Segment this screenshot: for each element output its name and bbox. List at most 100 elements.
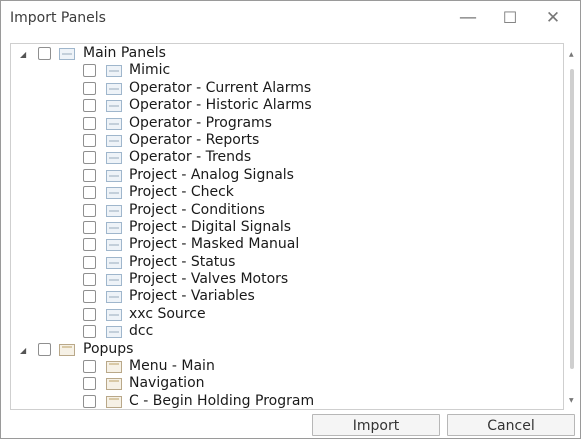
tree-item-row[interactable]: Project - Status	[11, 253, 563, 272]
item-checkbox[interactable]	[83, 64, 96, 78]
item-checkbox[interactable]	[83, 377, 96, 391]
panel-icon	[106, 361, 122, 374]
item-label: dcc	[129, 323, 154, 340]
dialog-title: Import Panels	[10, 10, 106, 26]
item-label: xxc Source	[129, 305, 206, 322]
tree-item-row[interactable]: Operator - Current Alarms	[11, 79, 563, 98]
tree-item-row[interactable]: Operator - Programs	[11, 114, 563, 133]
tree-item-row[interactable]: dcc	[11, 323, 563, 341]
item-label: Project - Masked Manual	[129, 236, 300, 253]
panel-icon	[106, 308, 122, 321]
item-label: Operator - Current Alarms	[129, 79, 312, 96]
item-checkbox[interactable]	[83, 238, 96, 252]
folder-icon	[59, 343, 75, 356]
maximize-button[interactable]: ☐	[495, 5, 525, 31]
tree-item-row[interactable]: Project - Check	[11, 184, 563, 202]
tree-item-row[interactable]: Operator - Historic Alarms	[11, 97, 563, 115]
item-checkbox[interactable]	[83, 290, 96, 304]
panel-icon	[106, 117, 122, 130]
folder-icon	[59, 48, 75, 60]
close-button[interactable]: ✕	[538, 5, 568, 31]
panel-icon	[106, 256, 122, 269]
item-label: Project - Valves Motors	[129, 271, 289, 288]
panel-icon	[106, 65, 122, 78]
panel-icon	[106, 187, 122, 200]
item-label: Project - Check	[129, 184, 234, 201]
tree-group-row[interactable]: ◢ Main Panels	[11, 45, 563, 63]
panel-icon	[106, 204, 122, 217]
tree-item-row[interactable]: Operator - Trends	[11, 149, 563, 167]
scroll-down-arrow-icon[interactable]: ▼	[569, 397, 574, 404]
panel-tree: ◢ Main Panels Mimic Operator - Current Alar…	[10, 43, 564, 410]
expand-triangle-icon[interactable]: ◢	[20, 346, 29, 355]
panel-icon	[106, 395, 122, 408]
panel-icon	[106, 100, 122, 113]
item-label: Project - Conditions	[129, 201, 265, 218]
tree-group-row[interactable]: ◢ Popups	[11, 340, 563, 359]
panel-icon	[106, 274, 122, 287]
group-label: Main Panels	[83, 45, 166, 61]
item-label: Project - Variables	[129, 288, 255, 305]
tree-item-row[interactable]: Project - Masked Manual	[11, 236, 563, 254]
cancel-button[interactable]: Cancel	[447, 414, 575, 436]
item-checkbox[interactable]	[83, 220, 96, 234]
tree-item-row[interactable]: Project - Digital Signals	[11, 218, 563, 237]
item-checkbox[interactable]	[83, 99, 96, 113]
tree-item-row[interactable]: Navigation	[11, 375, 563, 393]
item-label: Mimic	[129, 62, 171, 79]
item-checkbox[interactable]	[83, 273, 96, 287]
panel-icon	[106, 82, 122, 95]
import-button[interactable]: Import	[312, 414, 440, 436]
item-label: Navigation	[129, 375, 205, 392]
item-label: Project - Analog Signals	[129, 166, 294, 183]
panel-icon	[106, 378, 122, 391]
panel-icon	[106, 221, 122, 234]
tree-item-row[interactable]: Mimic	[11, 62, 563, 80]
item-checkbox[interactable]	[83, 255, 96, 269]
item-checkbox[interactable]	[83, 307, 96, 321]
item-checkbox[interactable]	[83, 360, 96, 374]
item-checkbox[interactable]	[83, 116, 96, 130]
scrollbar-thumb[interactable]	[570, 69, 574, 369]
scroll-up-arrow-icon[interactable]: ▲	[569, 51, 574, 58]
group-checkbox[interactable]	[38, 47, 51, 60]
tree-item-row[interactable]: Project - Variables	[11, 288, 563, 306]
panel-icon	[106, 152, 122, 165]
expand-triangle-icon[interactable]: ◢	[20, 50, 29, 59]
item-checkbox[interactable]	[83, 168, 96, 182]
item-label: Operator - Reports	[129, 131, 260, 148]
tree-item-row[interactable]: C - Begin Holding Program	[11, 392, 563, 409]
panel-icon	[106, 169, 122, 182]
tree-item-row[interactable]: Menu - Main	[11, 358, 563, 376]
item-label: Operator - Historic Alarms	[129, 97, 312, 114]
item-checkbox[interactable]	[83, 186, 96, 200]
item-label: Operator - Trends	[129, 149, 252, 166]
item-checkbox[interactable]	[83, 151, 96, 165]
item-checkbox[interactable]	[83, 394, 96, 408]
tree-item-row[interactable]: Project - Analog Signals	[11, 166, 563, 185]
tree-item-row[interactable]: Project - Conditions	[11, 201, 563, 220]
group-label: Popups	[83, 340, 134, 357]
panel-icon	[106, 134, 122, 147]
item-checkbox[interactable]	[83, 325, 96, 339]
panel-icon	[106, 291, 122, 304]
import-panels-dialog: Import Panels — ☐ ✕ ◢ Main Panels Mimic Ope…	[0, 0, 581, 439]
item-label: Project - Status	[129, 253, 236, 270]
item-label: C - Begin Holding Program	[129, 392, 315, 409]
item-label: Operator - Programs	[129, 114, 272, 131]
tree-list: ◢ Main Panels Mimic Operator - Current Alar…	[11, 45, 563, 409]
tree-item-row[interactable]: Project - Valves Motors	[11, 271, 563, 289]
item-label: Project - Digital Signals	[129, 218, 292, 235]
item-checkbox[interactable]	[83, 133, 96, 147]
minimize-button[interactable]: —	[453, 5, 483, 31]
item-checkbox[interactable]	[83, 203, 96, 217]
panel-icon	[106, 239, 122, 252]
tree-item-row[interactable]: Operator - Reports	[11, 131, 563, 150]
item-checkbox[interactable]	[83, 81, 96, 95]
tree-scrollbar[interactable]: ▲ ▼	[567, 43, 577, 408]
group-checkbox[interactable]	[38, 342, 51, 356]
item-label: Menu - Main	[129, 358, 215, 375]
title-bar[interactable]: Import Panels — ☐ ✕	[1, 1, 580, 35]
tree-item-row[interactable]: xxc Source	[11, 305, 563, 324]
panel-icon	[106, 326, 122, 339]
